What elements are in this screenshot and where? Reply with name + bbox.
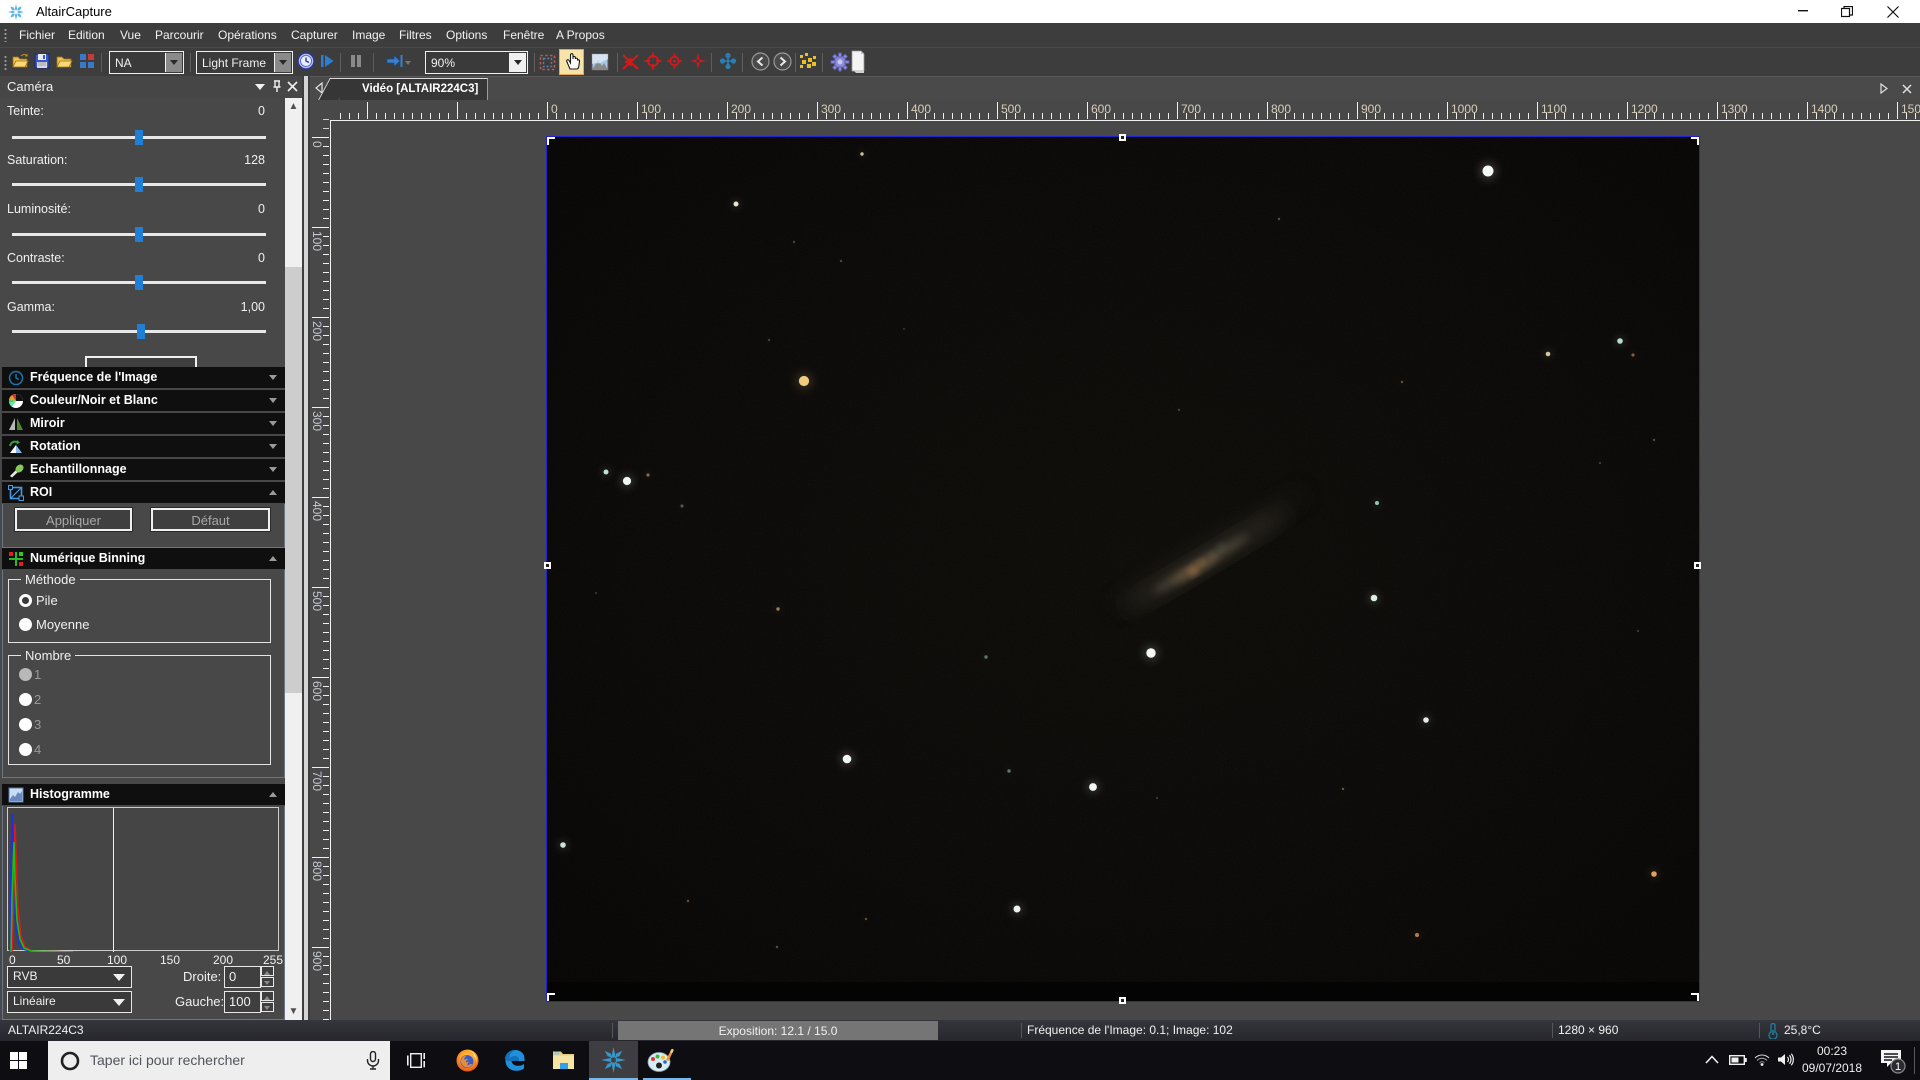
svg-text:1: 1 [1895,1061,1901,1073]
